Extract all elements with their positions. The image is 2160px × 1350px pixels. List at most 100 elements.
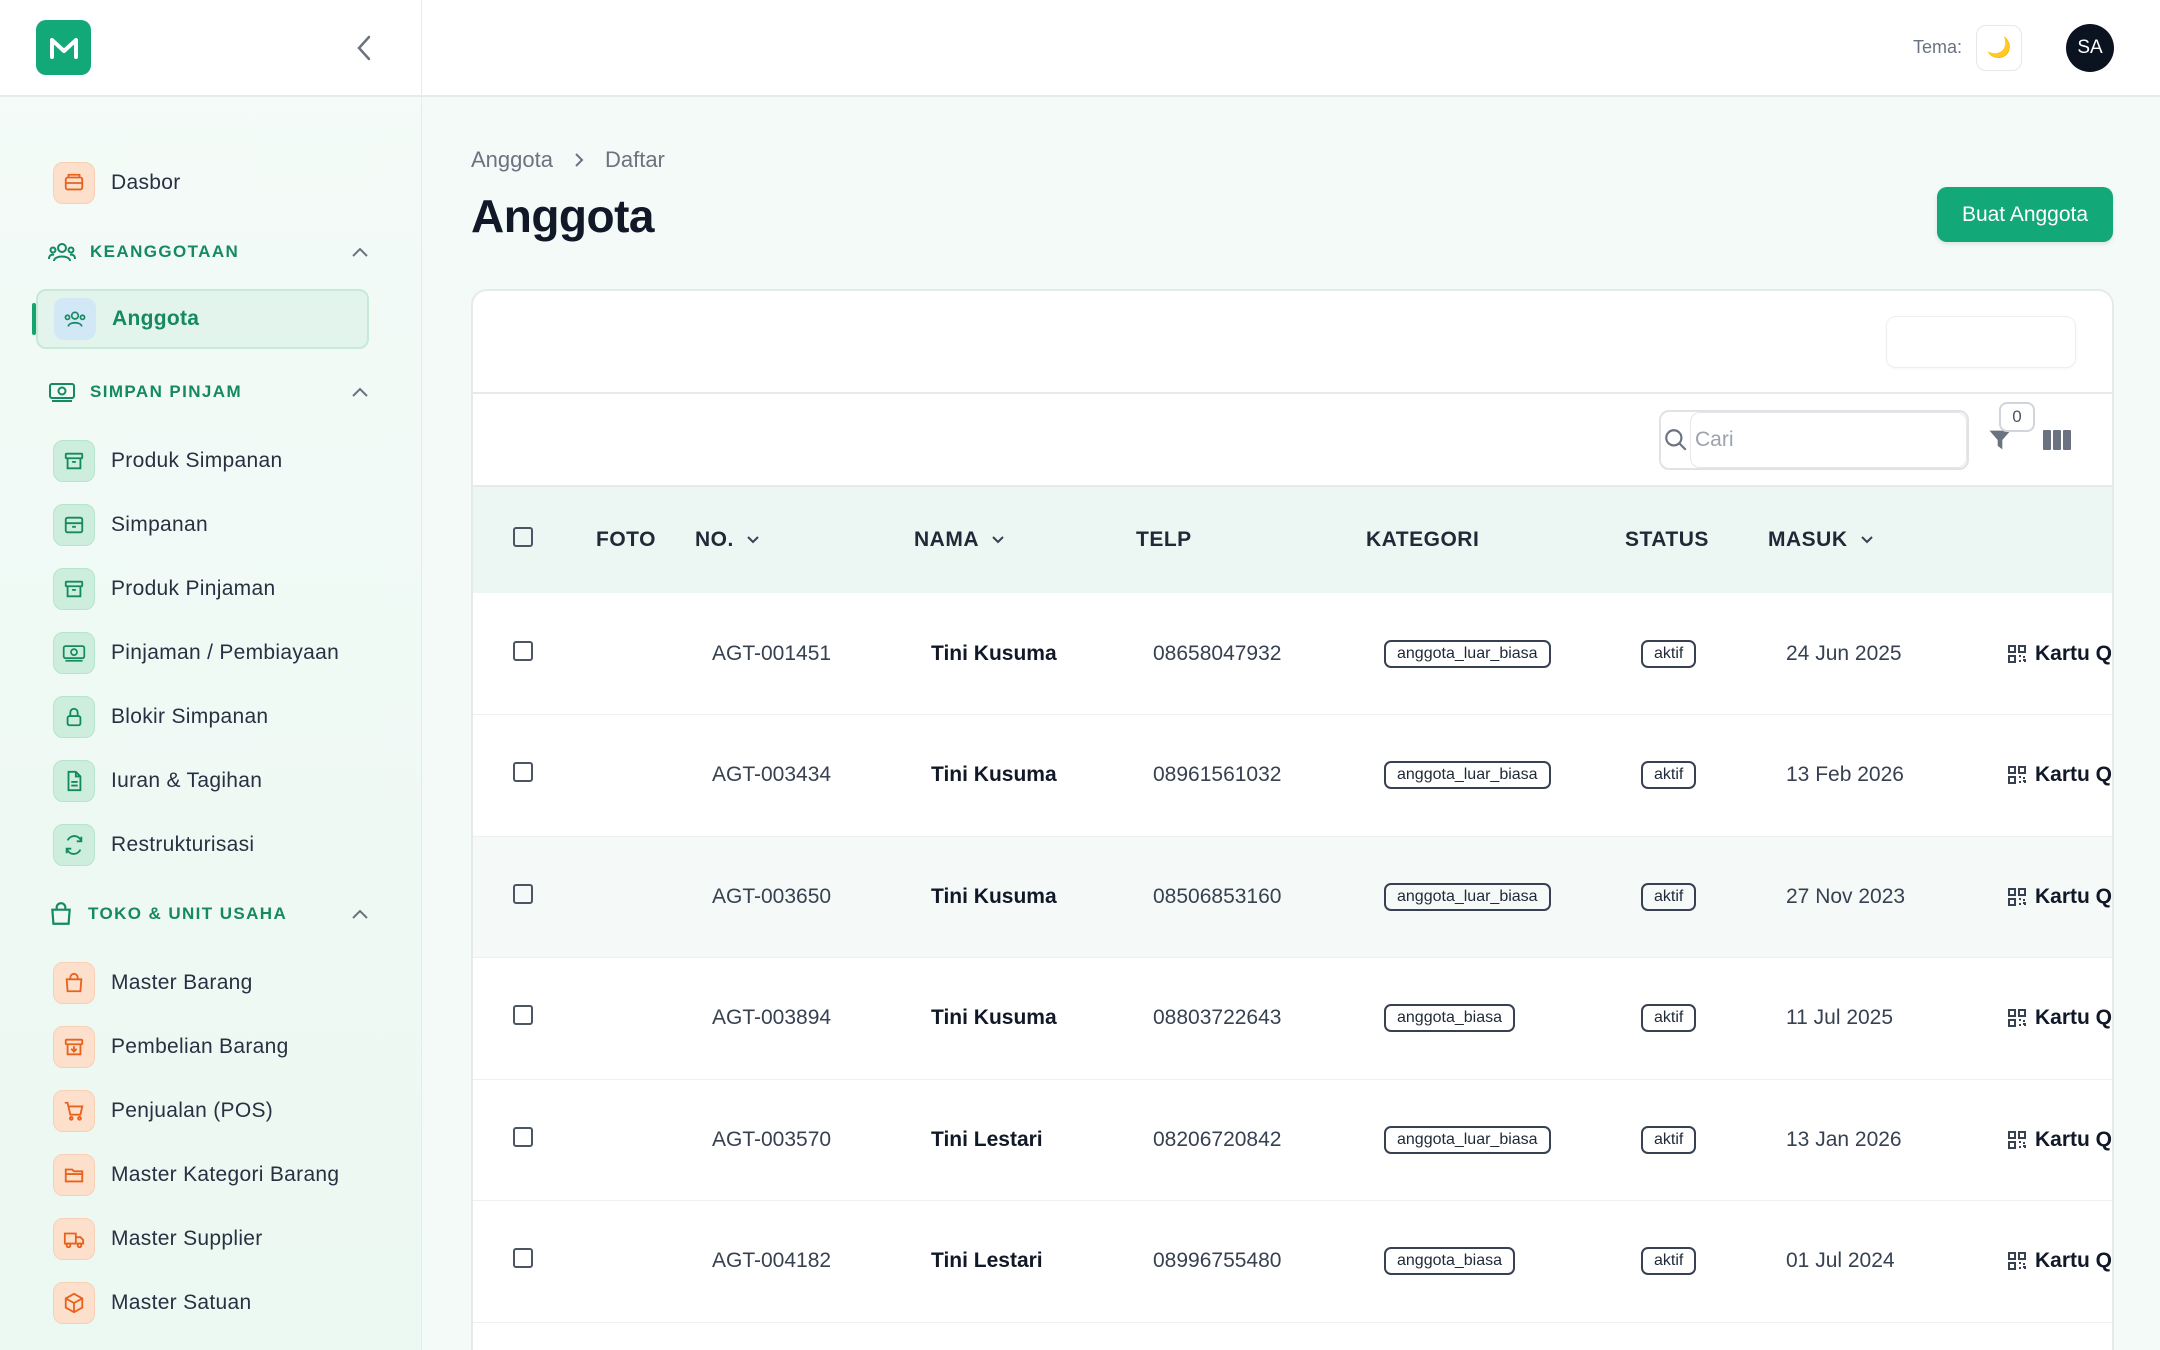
sidebar-item-penjualan-pos[interactable]: Penjualan (POS) <box>53 1079 369 1143</box>
table-toolbar: 0 <box>473 394 2112 487</box>
members-table-card: 0 FOTO NO. NAMA TELP KATEGORI STATUS MAS… <box>471 289 2114 1350</box>
qr-card-button[interactable]: Kartu QR <box>2007 885 2112 909</box>
qr-card-button[interactable]: Kartu QR <box>2007 1249 2112 1273</box>
chevron-down-icon <box>747 536 759 544</box>
sidebar-item-pinjaman[interactable]: Pinjaman / Pembiayaan <box>53 621 369 685</box>
qr-card-button[interactable]: Kartu QR <box>2007 763 2113 787</box>
breadcrumb-item-daftar: Daftar <box>604 147 665 172</box>
filter-button[interactable] <box>1986 426 2026 466</box>
sidebar-nav: Dasbor KEANGGOTAAN Anggota SIMPAN PINJAM <box>0 97 421 1335</box>
row-checkbox[interactable] <box>513 1248 533 1269</box>
chevron-down-icon <box>1860 536 1873 544</box>
sidebar-item-produk-pinjaman[interactable]: Produk Pinjaman <box>53 557 369 621</box>
qr-card-button[interactable]: Kartu QR <box>2007 1006 2112 1030</box>
bag-icon <box>51 902 71 925</box>
category-badge: anggota_biasa <box>1384 1004 1515 1033</box>
row-checkbox[interactable] <box>513 762 533 783</box>
row-checkbox[interactable] <box>513 640 533 661</box>
moon-icon: 🌙 <box>1986 37 2012 59</box>
theme-toggle-button[interactable]: 🌙 <box>1976 24 2022 71</box>
table-row[interactable]: AGT-003570 Tini Lestari 08206720842 anggota… <box>473 1079 2113 1201</box>
cell-masuk: 27 Nov 2023 <box>1786 884 1906 908</box>
column-actions <box>1977 487 2112 593</box>
cell-masuk: 13 Jan 2026 <box>1786 1127 1902 1151</box>
cell-no: AGT-003434 <box>712 763 832 787</box>
sidebar-item-pembelian-barang[interactable]: Pembelian Barang <box>53 1015 369 1079</box>
cell-masuk: 13 Feb 2026 <box>1786 763 1904 787</box>
qr-code-icon <box>2008 644 2026 663</box>
select-all-checkbox[interactable] <box>513 527 533 547</box>
qr-card-label: Kartu QR <box>2035 763 2113 787</box>
members-icon <box>54 298 96 340</box>
table-row[interactable]: AGT-003650 Tini Kusuma 08506853160 anggota_… <box>473 836 2112 958</box>
sidebar-item-master-barang[interactable]: Master Barang <box>53 951 369 1015</box>
sidebar-item-iuran-tagihan[interactable]: Iuran & Tagihan <box>53 749 369 813</box>
table-header-row: FOTO NO. NAMA TELP KATEGORI STATUS MASUK <box>473 487 2112 593</box>
app-logo[interactable] <box>36 20 91 75</box>
column-no[interactable]: NO. <box>686 487 905 593</box>
cube-icon <box>53 1282 95 1324</box>
qr-code-icon <box>2008 1130 2026 1149</box>
main-content: Anggota Daftar Anggota Buat Anggota 0 <box>422 97 2160 1350</box>
category-badge: anggota_biasa <box>1384 1247 1515 1276</box>
card-action-button[interactable] <box>1886 316 2076 368</box>
column-foto: FOTO <box>596 528 656 551</box>
sidebar-item-label: Master Satuan <box>111 1291 252 1314</box>
qr-card-button[interactable]: Kartu QR <box>2007 1127 2113 1152</box>
sidebar-item-produk-simpanan[interactable]: Produk Simpanan <box>53 429 369 493</box>
cell-no: AGT-001451 <box>712 641 832 665</box>
theme-label: Tema: <box>1912 37 1962 57</box>
row-checkbox[interactable] <box>513 1005 533 1026</box>
qr-card-label: Kartu QR <box>2035 1127 2113 1151</box>
active-indicator <box>32 303 36 335</box>
cart-icon <box>53 1090 95 1132</box>
sidebar-item-restrukturisasi[interactable]: Restrukturisasi <box>53 813 369 877</box>
column-nama[interactable]: NAMA <box>905 487 1127 593</box>
sidebar-item-label: Blokir Simpanan <box>111 705 269 728</box>
sidebar-item-master-satuan[interactable]: Master Satuan <box>53 1271 369 1335</box>
collapse-sidebar-button[interactable] <box>345 28 385 68</box>
column-status: STATUS <box>1625 528 1709 551</box>
section-label: TOKO & UNIT USAHA <box>88 904 288 923</box>
section-toko-unit-usaha[interactable]: TOKO & UNIT USAHA <box>48 877 369 951</box>
sidebar-item-master-supplier[interactable]: Master Supplier <box>53 1207 369 1271</box>
table-row[interactable]: AGT-001451 Tini Kusuma 08658047932 anggota_… <box>473 593 2112 715</box>
cell-telp: 08206720842 <box>1153 1127 1282 1151</box>
lock-icon <box>53 696 95 738</box>
search-input[interactable] <box>1690 412 1967 468</box>
avatar[interactable]: SA <box>2066 23 2114 72</box>
create-member-button[interactable]: Buat Anggota <box>1937 187 2113 242</box>
column-masuk[interactable]: MASUK <box>1768 487 1977 593</box>
archive-icon <box>53 440 95 482</box>
section-keanggotaan[interactable]: KEANGGOTAAN <box>48 215 369 289</box>
table-row[interactable]: AGT-004182 Tini Lestari 08996755480 anggota… <box>473 1201 2112 1322</box>
cell-nama: Tini Kusuma <box>931 641 1057 665</box>
sidebar-item-anggota[interactable]: Anggota <box>32 289 369 349</box>
sidebar-item-simpanan[interactable]: Simpanan <box>53 493 369 557</box>
column-telp: TELP <box>1136 528 1192 551</box>
sidebar-item-label: Penjualan (POS) <box>111 1099 274 1122</box>
chevron-left-icon <box>357 35 371 60</box>
folder-icon <box>53 1154 95 1196</box>
columns-button[interactable] <box>2042 428 2078 464</box>
table-row[interactable]: AGT-003894 Tini Kusuma 08803722643 anggota_… <box>473 958 2112 1079</box>
refresh-icon <box>53 824 95 866</box>
table-row[interactable]: AGT-003434 Tini Kusuma 08961561032 anggota_… <box>473 715 2113 836</box>
section-simpan-pinjam[interactable]: SIMPAN PINJAM <box>48 355 369 429</box>
row-checkbox[interactable] <box>513 883 533 904</box>
qr-code-icon <box>2008 1009 2026 1028</box>
category-badge: anggota_luar_biasa <box>1384 1125 1551 1154</box>
cell-telp: 08803722643 <box>1153 1006 1282 1030</box>
row-checkbox[interactable] <box>513 1126 533 1147</box>
bag-icon <box>53 962 95 1004</box>
qr-code-icon <box>2008 887 2026 906</box>
sidebar-item-master-kategori-barang[interactable]: Master Kategori Barang <box>53 1143 369 1207</box>
sidebar-item-blokir-simpanan[interactable]: Blokir Simpanan <box>53 685 369 749</box>
status-badge: aktif <box>1641 1247 1697 1276</box>
sidebar-item-dasbor[interactable]: Dasbor <box>53 151 369 215</box>
cell-telp: 08961561032 <box>1153 763 1282 787</box>
sidebar-item-label: Pinjaman / Pembiayaan <box>111 641 340 664</box>
qr-card-button[interactable]: Kartu QR <box>2007 642 2112 666</box>
breadcrumb-item-anggota[interactable]: Anggota <box>471 147 553 173</box>
cell-telp: 08996755480 <box>1153 1249 1282 1273</box>
